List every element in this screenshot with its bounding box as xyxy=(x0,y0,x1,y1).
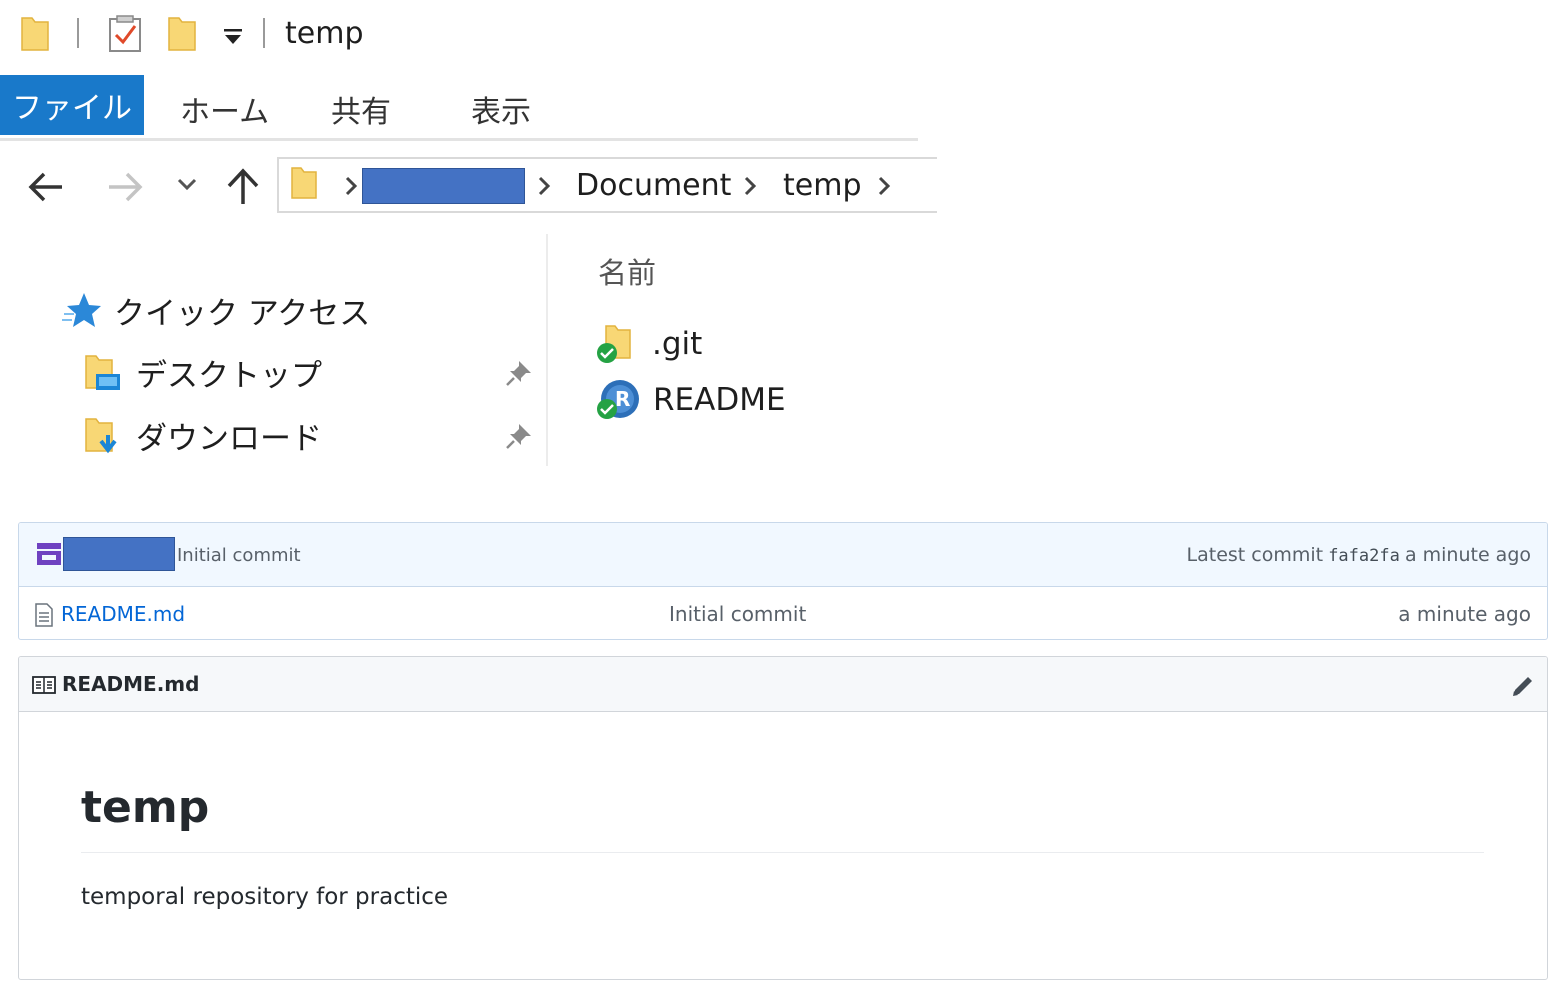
forward-arrow-icon[interactable] xyxy=(105,168,145,206)
new-folder-icon[interactable] xyxy=(167,16,197,52)
column-header-name[interactable]: 名前 xyxy=(598,250,656,292)
nav-item-label: デスクトップ xyxy=(136,358,322,394)
file-commit-message[interactable]: Initial commit xyxy=(669,602,806,626)
up-arrow-icon[interactable] xyxy=(224,166,262,206)
avatar-icon[interactable] xyxy=(35,540,63,568)
breadcrumb-document[interactable]: Document xyxy=(576,168,731,203)
book-icon xyxy=(32,676,56,694)
file-link-readme[interactable]: README.md xyxy=(61,602,185,626)
downloads-folder-icon xyxy=(85,418,117,454)
tab-view[interactable]: 表示 xyxy=(471,87,531,131)
breadcrumb-chevron-icon[interactable] xyxy=(343,173,361,199)
file-icon xyxy=(35,603,53,627)
folder-icon[interactable] xyxy=(20,16,50,52)
pane-divider[interactable] xyxy=(546,234,548,466)
desktop-folder-icon xyxy=(85,355,120,390)
redacted-breadcrumb[interactable] xyxy=(362,168,525,204)
breadcrumb-chevron-icon[interactable] xyxy=(876,173,894,199)
tab-file-label: ファイル xyxy=(12,91,132,126)
file-name: .git xyxy=(652,326,703,362)
star-icon xyxy=(62,293,101,327)
customize-toolbar-dropdown-icon[interactable] xyxy=(221,24,245,48)
window-title: temp xyxy=(285,16,364,51)
tab-file[interactable]: ファイル xyxy=(0,75,144,135)
toolbar-separator xyxy=(77,18,79,48)
breadcrumb-chevron-icon[interactable] xyxy=(742,173,760,199)
tab-home[interactable]: ホーム xyxy=(180,87,269,131)
commit-message[interactable]: Initial commit xyxy=(177,545,301,566)
redacted-author[interactable] xyxy=(63,537,175,571)
readme-heading: temp xyxy=(81,782,210,833)
nav-item-desktop[interactable]: デスクトップ xyxy=(84,350,534,396)
pin-icon[interactable] xyxy=(504,421,534,451)
nav-item-downloads[interactable]: ダウンロード xyxy=(84,413,534,459)
file-name: README xyxy=(653,382,786,418)
properties-checkbox-icon[interactable] xyxy=(108,15,142,53)
file-commit-age: a minute ago xyxy=(1398,602,1531,626)
commit-hash[interactable]: fafa2fa xyxy=(1328,546,1400,566)
readme-header xyxy=(19,657,1547,712)
commit-age: a minute ago xyxy=(1404,544,1531,566)
edit-pencil-icon[interactable] xyxy=(1510,673,1536,699)
nav-item-label: ダウンロード xyxy=(136,421,322,457)
back-arrow-icon[interactable] xyxy=(26,168,66,206)
breadcrumb-temp[interactable]: temp xyxy=(783,168,862,203)
recent-locations-chevron-icon[interactable] xyxy=(176,176,198,194)
pin-icon[interactable] xyxy=(504,358,534,388)
sync-ok-badge-icon xyxy=(597,343,617,363)
readme-filename: README.md xyxy=(62,672,200,696)
latest-commit-label: Latest commit xyxy=(1186,544,1324,566)
latest-commit-info: Latest commit fafa2fa a minute ago xyxy=(1187,544,1531,566)
file-row-readme[interactable]: R README xyxy=(596,376,896,422)
ribbon-divider xyxy=(0,138,918,141)
readme-body: temporal repository for practice xyxy=(81,884,449,910)
readme-panel xyxy=(18,656,1548,980)
tab-share[interactable]: 共有 xyxy=(331,87,391,131)
file-row-git[interactable]: .git xyxy=(596,322,896,368)
breadcrumb-chevron-icon[interactable] xyxy=(536,173,554,199)
sync-ok-badge-icon xyxy=(597,399,617,419)
quick-access-label[interactable]: クイック アクセス xyxy=(114,288,370,333)
address-folder-icon xyxy=(291,167,317,199)
toolbar-separator xyxy=(263,18,265,48)
heading-rule xyxy=(81,852,1484,853)
